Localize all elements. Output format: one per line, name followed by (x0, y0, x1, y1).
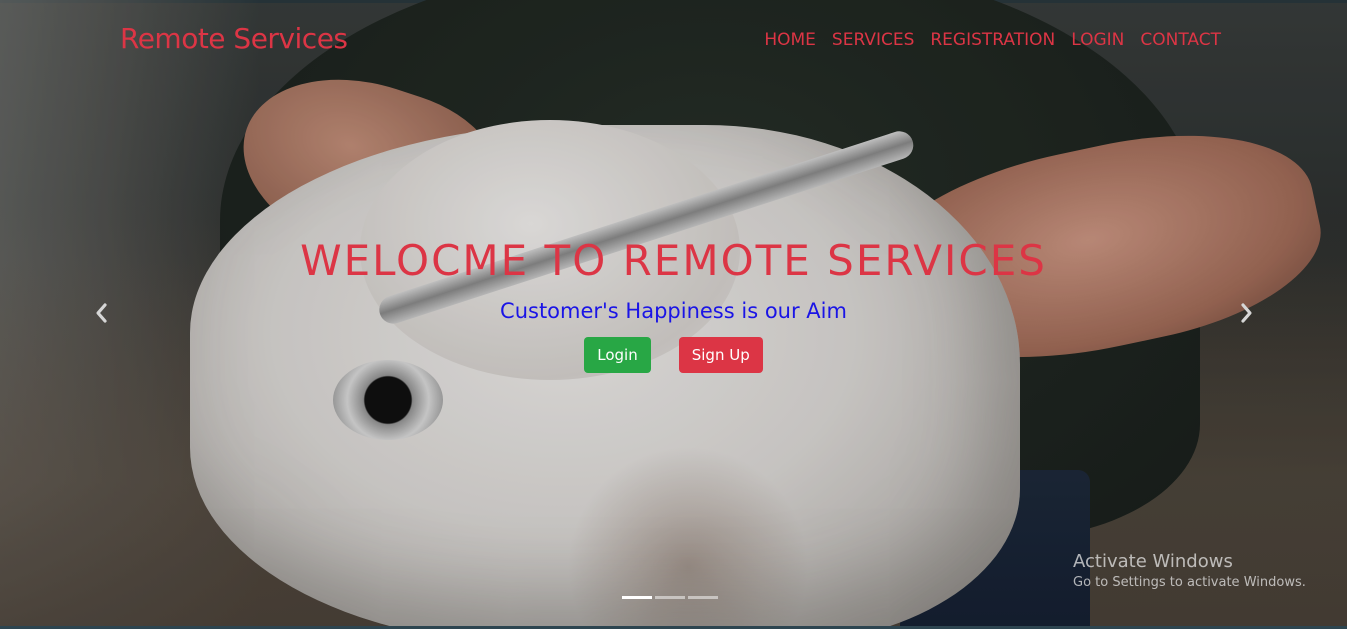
nav-link-login[interactable]: LOGIN (1071, 30, 1124, 50)
nav-menu: HOME SERVICES REGISTRATION LOGIN CONTACT (748, 30, 1221, 50)
carousel-indicator-2[interactable] (655, 596, 685, 599)
login-button[interactable]: Login (584, 337, 651, 373)
carousel-indicator-1[interactable] (622, 596, 652, 599)
watermark-title: Activate Windows (1073, 551, 1233, 572)
navbar: Remote Services HOME SERVICES REGISTRATI… (0, 0, 1347, 80)
nav-link-registration[interactable]: REGISTRATION (930, 30, 1055, 50)
brand-logo[interactable]: Remote Services (120, 22, 348, 55)
hero-headline: WELOCME TO REMOTE SERVICES (300, 236, 1047, 285)
chevron-right-icon (1241, 303, 1252, 323)
carousel-next-button[interactable] (1235, 302, 1259, 328)
watermark-subtitle: Go to Settings to activate Windows. (1073, 575, 1306, 590)
nav-link-contact[interactable]: CONTACT (1140, 30, 1221, 50)
hero-tagline: Customer's Happiness is our Aim (500, 299, 847, 323)
carousel-prev-button[interactable] (89, 302, 113, 328)
nav-link-services[interactable]: SERVICES (832, 30, 914, 50)
carousel-indicators (622, 596, 718, 599)
windows-activation-watermark: Activate Windows Go to Settings to activ… (1073, 551, 1306, 590)
hero-carousel: Remote Services HOME SERVICES REGISTRATI… (0, 0, 1347, 629)
hero-actions: Login Sign Up (0, 337, 1347, 373)
signup-button[interactable]: Sign Up (678, 337, 763, 373)
carousel-indicator-3[interactable] (688, 596, 718, 599)
carousel-caption: WELOCME TO REMOTE SERVICES Customer's Ha… (0, 236, 1347, 373)
nav-link-home[interactable]: HOME (764, 30, 816, 50)
chevron-left-icon (96, 303, 107, 323)
